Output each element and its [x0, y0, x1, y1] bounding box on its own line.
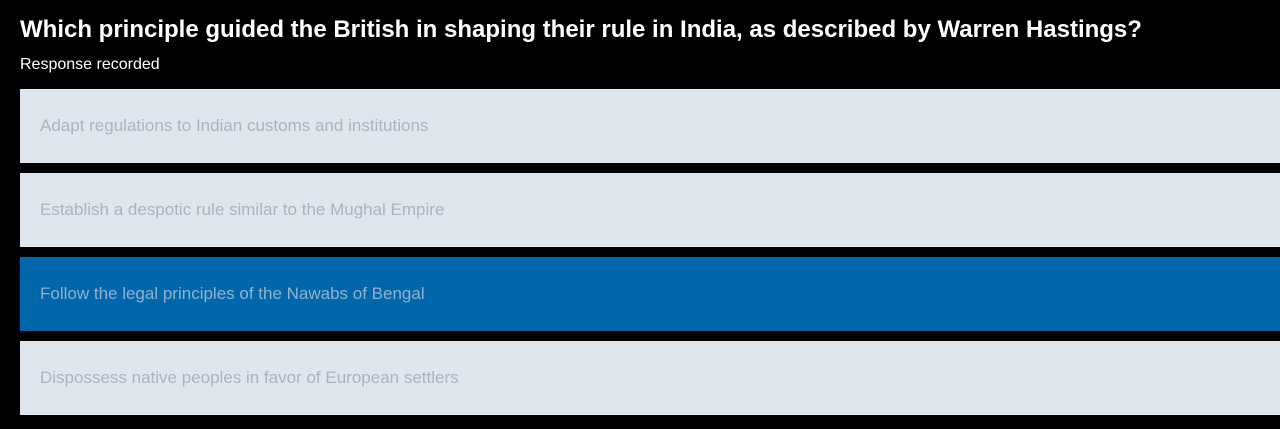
answer-option-label: Dispossess native peoples in favor of Eu…	[40, 368, 459, 387]
response-status: Response recorded	[20, 56, 160, 73]
question-title: Which principle guided the British in sh…	[20, 16, 1142, 43]
answer-option-label: Adapt regulations to Indian customs and …	[40, 116, 429, 135]
answer-option-label: Follow the legal principles of the Nawab…	[40, 284, 425, 303]
answer-option-2[interactable]: Establish a despotic rule similar to the…	[20, 173, 1280, 247]
answer-option-1[interactable]: Adapt regulations to Indian customs and …	[20, 89, 1280, 163]
answer-option-3[interactable]: Follow the legal principles of the Nawab…	[20, 257, 1280, 331]
answer-option-label: Establish a despotic rule similar to the…	[40, 200, 445, 219]
answer-option-4[interactable]: Dispossess native peoples in favor of Eu…	[20, 341, 1280, 415]
answer-options: Adapt regulations to Indian customs and …	[20, 89, 1280, 425]
